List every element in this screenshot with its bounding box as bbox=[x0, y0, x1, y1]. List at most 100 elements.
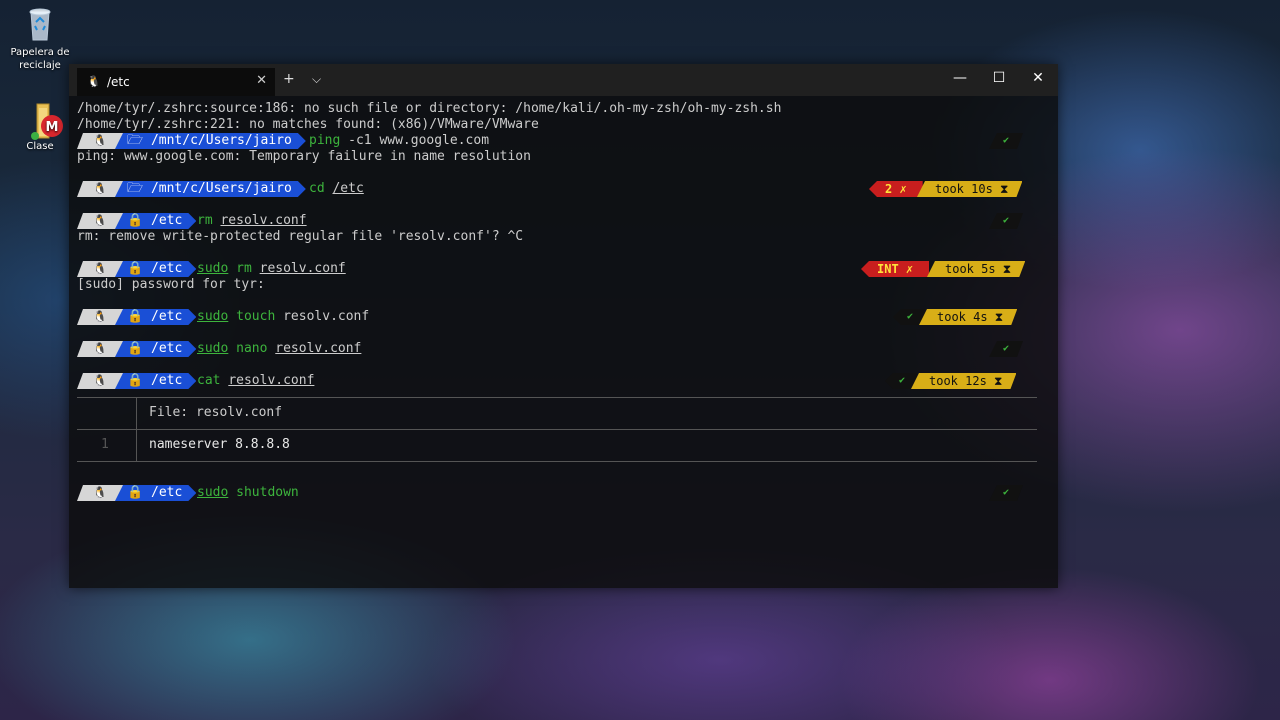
bat-output: File: resolv.conf 1 nameserver 8.8.8.8 bbox=[77, 389, 1037, 465]
command: rm bbox=[197, 213, 213, 228]
prompt-line: 🐧 🗁 /mnt/c/Users/jairo ping -c1 www.goog… bbox=[77, 133, 1037, 149]
maximize-button[interactable]: ☐ bbox=[989, 70, 1009, 86]
command: touch bbox=[236, 309, 276, 324]
os-segment: 🐧 bbox=[77, 261, 123, 277]
close-tab-icon[interactable]: ✕ bbox=[256, 73, 267, 88]
command: ping bbox=[309, 133, 341, 148]
lock-icon: 🔒 bbox=[127, 309, 144, 324]
dir-path: /etc bbox=[151, 373, 183, 388]
duration-badge: took 4s ⧗ bbox=[919, 309, 1017, 325]
command: cat bbox=[197, 373, 221, 388]
dir-path: /etc bbox=[151, 213, 183, 228]
command-args: resolv.conf bbox=[220, 213, 307, 228]
output-line: /home/tyr/.zshrc:221: no matches found: … bbox=[77, 117, 539, 132]
command: sudo bbox=[197, 341, 229, 356]
status-ok: ✔ bbox=[989, 485, 1023, 501]
divider bbox=[77, 397, 1037, 398]
tab-etc[interactable]: 🐧 /etc ✕ bbox=[77, 68, 275, 96]
command: sudo bbox=[197, 261, 229, 276]
os-segment: 🐧 bbox=[77, 133, 123, 149]
recycle-bin-icon bbox=[23, 6, 57, 42]
lock-icon: 🔒 bbox=[127, 261, 144, 276]
lock-icon: 🔒 bbox=[127, 485, 144, 500]
output-line: /home/tyr/.zshrc:source:186: no such fil… bbox=[77, 101, 782, 116]
status-ok: ✔ bbox=[989, 213, 1023, 229]
dir-path: /etc bbox=[151, 341, 183, 356]
dir-segment: 🗁 /mnt/c/Users/jairo bbox=[115, 181, 306, 197]
title-bar: 🐧 /etc ✕ + ⌵ — ☐ ✕ bbox=[69, 64, 1058, 96]
command-args: /etc bbox=[332, 181, 364, 196]
dir-segment: 🔒 /etc bbox=[115, 261, 196, 277]
folder-icon: 🗁 bbox=[127, 133, 144, 148]
close-window-button[interactable]: ✕ bbox=[1028, 70, 1048, 86]
command-args: resolv.conf bbox=[283, 309, 370, 324]
dir-segment: 🔒 /etc bbox=[115, 373, 196, 389]
dir-segment: 🔒 /etc bbox=[115, 213, 196, 229]
tab-title: /etc bbox=[107, 75, 130, 89]
svg-text:M: M bbox=[46, 120, 59, 135]
output-line: ping: www.google.com: Temporary failure … bbox=[77, 149, 531, 164]
output-line: [sudo] password for tyr: bbox=[77, 277, 265, 292]
status-ok: ✔ bbox=[989, 133, 1023, 149]
divider bbox=[77, 429, 1037, 430]
desktop-icon-label: Clase bbox=[26, 141, 54, 152]
desktop-icon-recycle-bin[interactable]: Papelera de reciclaje bbox=[8, 6, 72, 72]
file-label: File: bbox=[149, 405, 196, 420]
dir-segment: 🔒 /etc bbox=[115, 485, 196, 501]
command: nano bbox=[236, 341, 268, 356]
prompt-line: 🐧 🔒 /etc sudo rm resolv.conf INT ✗ took … bbox=[77, 261, 1037, 277]
duration-badge: took 12s ⧗ bbox=[911, 373, 1016, 389]
line-number: 1 bbox=[101, 437, 109, 452]
os-segment: 🐧 bbox=[77, 309, 123, 325]
command-args: resolv.conf bbox=[228, 373, 315, 388]
command: sudo bbox=[197, 485, 229, 500]
prompt-line: 🐧 🔒 /etc sudo shutdown ✔ bbox=[77, 485, 1037, 501]
command-args: resolv.conf bbox=[275, 341, 362, 356]
os-segment: 🐧 bbox=[77, 485, 123, 501]
bat-file-header: File: resolv.conf bbox=[149, 405, 282, 421]
dir-path: /etc bbox=[151, 261, 183, 276]
os-segment: 🐧 bbox=[77, 341, 123, 357]
dir-segment: 🗁 /mnt/c/Users/jairo bbox=[115, 133, 306, 149]
new-tab-button[interactable]: + bbox=[283, 71, 295, 87]
dir-path: /mnt/c/Users/jairo bbox=[150, 181, 292, 196]
status-error: 2 ✗ bbox=[869, 181, 923, 197]
minimize-button[interactable]: — bbox=[950, 70, 970, 86]
desktop-icon-label: Papelera de reciclaje bbox=[10, 47, 70, 71]
file-name: resolv.conf bbox=[195, 405, 283, 420]
status-ok: ✔ bbox=[989, 341, 1023, 357]
prompt-line: 🐧 🔒 /etc cat resolv.conf ✔ took 12s ⧗ bbox=[77, 373, 1037, 389]
dir-path: /etc bbox=[151, 309, 183, 324]
command-args: resolv.conf bbox=[259, 261, 346, 276]
prompt-line: 🐧 🗁 /mnt/c/Users/jairo cd /etc 2 ✗ took … bbox=[77, 181, 1037, 197]
terminal-window: 🐧 /etc ✕ + ⌵ — ☐ ✕ /home/tyr/.zshrc:sour… bbox=[69, 64, 1058, 588]
dir-path: /etc bbox=[151, 485, 183, 500]
prompt-line: 🐧 🔒 /etc rm resolv.conf ✔ bbox=[77, 213, 1037, 229]
lock-icon: 🔒 bbox=[127, 341, 144, 356]
prompt-line: 🐧 🔒 /etc sudo touch resolv.conf ✔ took 4… bbox=[77, 309, 1037, 325]
command-args: -c1 www.google.com bbox=[340, 133, 490, 148]
dir-path: /mnt/c/Users/jairo bbox=[150, 133, 292, 148]
dir-segment: 🔒 /etc bbox=[115, 309, 196, 325]
lock-icon: 🔒 bbox=[127, 373, 144, 388]
command: cd bbox=[309, 181, 325, 196]
duration-badge: took 5s ⧗ bbox=[927, 261, 1025, 277]
file-content: nameserver 8.8.8.8 bbox=[149, 437, 290, 452]
os-segment: 🐧 bbox=[77, 181, 123, 197]
command: sudo bbox=[197, 309, 229, 324]
status-error: INT ✗ bbox=[861, 261, 930, 277]
os-segment: 🐧 bbox=[77, 373, 123, 389]
prompt-line: 🐧 🔒 /etc sudo nano resolv.conf ✔ bbox=[77, 341, 1037, 357]
duration-badge: took 10s ⧗ bbox=[917, 181, 1022, 197]
dir-segment: 🔒 /etc bbox=[115, 341, 196, 357]
folder-icon: 🗁 bbox=[127, 181, 144, 196]
command: rm bbox=[236, 261, 252, 276]
mega-folder-icon: M bbox=[23, 100, 63, 140]
chevron-down-icon[interactable]: ⌵ bbox=[312, 72, 321, 87]
command: shutdown bbox=[236, 485, 299, 500]
tux-icon: 🐧 bbox=[87, 75, 101, 88]
divider bbox=[77, 461, 1037, 462]
desktop-icon-clase[interactable]: M Clase bbox=[8, 100, 72, 153]
output-line: rm: remove write-protected regular file … bbox=[77, 229, 524, 244]
os-segment: 🐧 bbox=[77, 213, 123, 229]
